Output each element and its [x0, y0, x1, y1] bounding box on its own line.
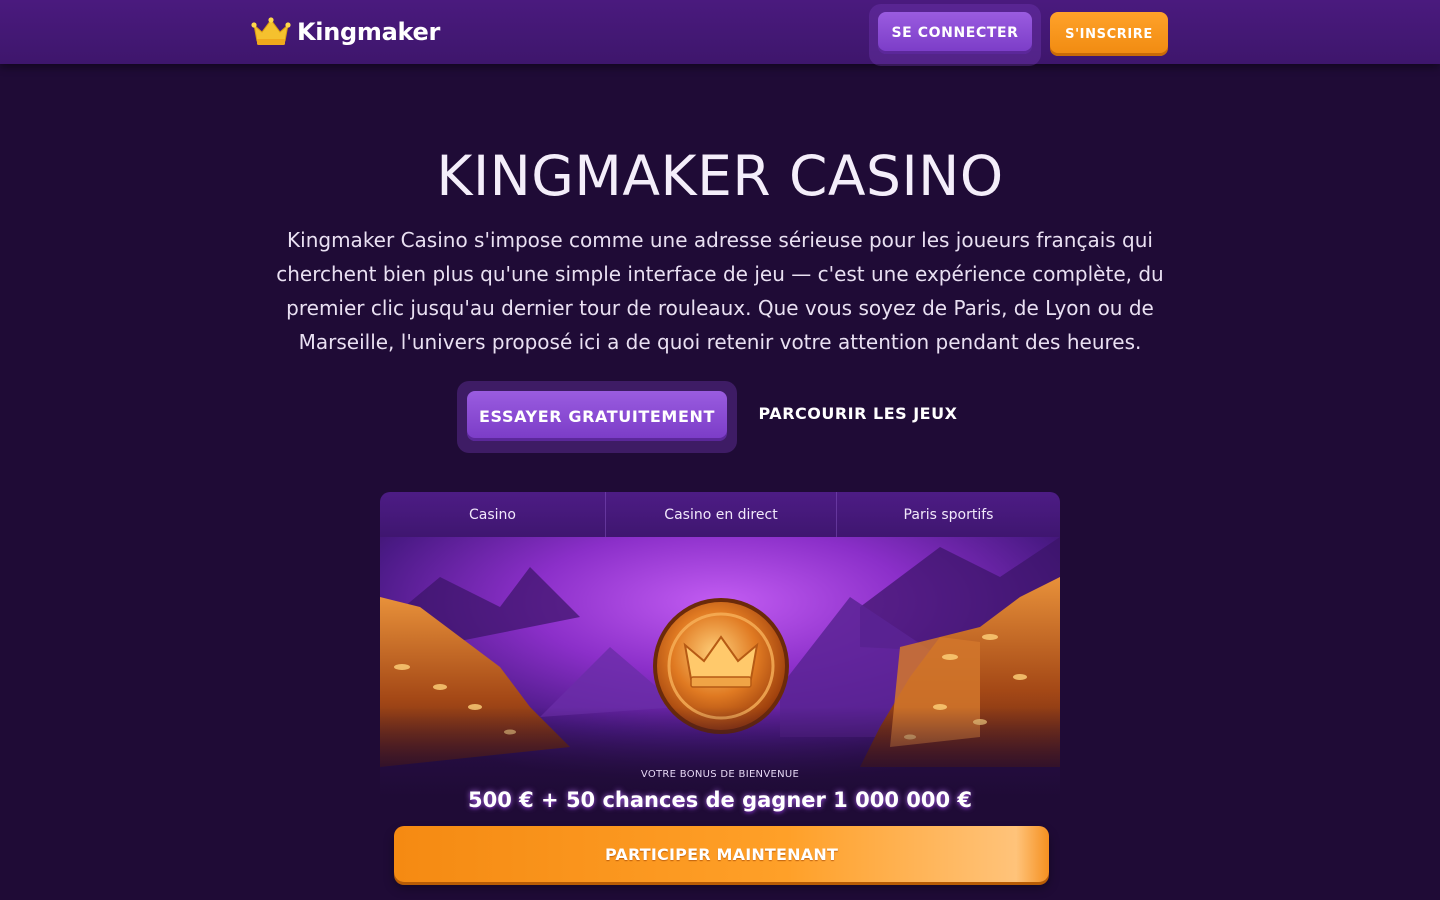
promo-illustration — [380, 537, 1060, 797]
tab-casino[interactable]: Casino — [380, 492, 606, 537]
tab-live-casino[interactable]: Casino en direct — [606, 492, 837, 537]
crown-icon — [251, 17, 291, 47]
site-header: Kingmaker SE CONNECTER S'INSCRIRE — [0, 0, 1440, 66]
login-button[interactable]: SE CONNECTER — [878, 12, 1032, 54]
bonus-label: VOTRE BONUS DE BIENVENUE — [640, 769, 800, 780]
logo[interactable]: Kingmaker — [251, 14, 440, 50]
try-free-button[interactable]: ESSAYER GRATUITEMENT — [467, 391, 727, 441]
participate-now-button[interactable]: PARTICIPER MAINTENANT — [394, 826, 1049, 882]
bonus-amount: 500 € + 50 chances de gagner 1 000 000 € — [467, 788, 973, 812]
browse-games-link[interactable]: PARCOURIR LES JEUX — [752, 398, 964, 428]
promo-banner: Casino Casino en direct Paris sportifs V… — [380, 492, 1060, 900]
logo-text: Kingmaker — [297, 18, 441, 46]
signup-button[interactable]: S'INSCRIRE — [1050, 12, 1168, 56]
hero-description: Kingmaker Casino s'impose comme une adre… — [276, 228, 1164, 354]
page-title: KINGMAKER CASINO — [436, 144, 1004, 208]
tab-sports-betting[interactable]: Paris sportifs — [837, 492, 1060, 537]
promo-tabs: Casino Casino en direct Paris sportifs — [380, 492, 1060, 537]
